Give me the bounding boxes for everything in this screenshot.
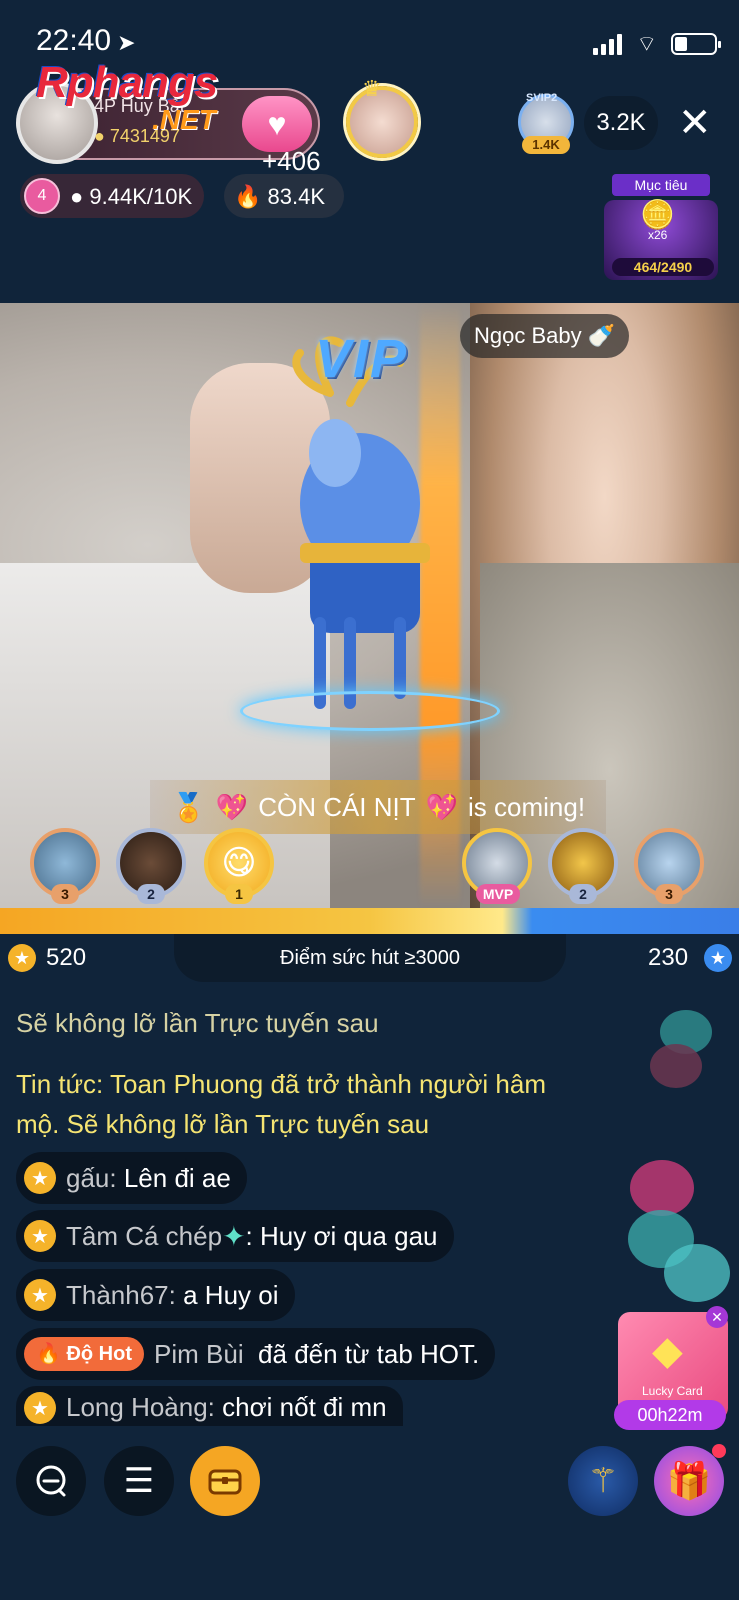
hot-value-text: 83.4K [267, 184, 326, 209]
heart-icon: ♥ [267, 105, 287, 142]
chat-text: Lên đi ae [123, 1162, 231, 1193]
chat-user[interactable]: gấu: [66, 1163, 117, 1194]
target-multiplier: x26 [648, 228, 668, 242]
entrance-user: CÒN CÁI NỊT [258, 791, 416, 822]
chat-text: a Huy oi [183, 1279, 279, 1310]
cellular-signal-icon [593, 33, 623, 55]
hot-badge-label: Độ Hot [66, 1343, 133, 1365]
chat-user[interactable]: Tâm Cá chép [66, 1221, 222, 1252]
status-icons: ⌔ [593, 30, 721, 58]
user-star-icon: ★ [24, 1392, 56, 1424]
chat-news-message: Tin tức: Toan Phuong đã trở thành người … [16, 1069, 546, 1139]
user-star-icon: ★ [24, 1162, 56, 1194]
wifi-icon: ⌔ [636, 31, 657, 56]
chat-message[interactable]: 🔥 Độ Hot Pim Bùi đã đến từ tab HOT. [16, 1328, 496, 1380]
chat-text: đã đến từ tab HOT. [258, 1338, 480, 1369]
top-viewer-badge: 1.4K [522, 136, 570, 154]
chat-message[interactable]: ★ Tâm Cá chép ✦ : Huy ơi qua gau [16, 1210, 454, 1262]
chat-text: chơi nốt đi mn [222, 1392, 387, 1422]
viewer-count[interactable]: 3.2K [584, 96, 658, 150]
chat-message[interactable]: ★ Long Hoàng: chơi nốt đi mn [16, 1386, 403, 1426]
scepter-icon: ⚚ [587, 1462, 619, 1500]
sparkle-heart-icon: 💖 [215, 791, 249, 822]
close-icon[interactable]: ✕ [678, 100, 712, 146]
vip-label: VIP [315, 329, 409, 389]
baby-bottle-icon: 🍼 [587, 323, 616, 348]
floating-heart-icon [630, 1160, 694, 1216]
star-icon: ★ [704, 944, 732, 972]
hot-value: 🔥 83.4K [234, 184, 325, 210]
chat-text: : Huy ơi qua gau [245, 1220, 438, 1251]
treasure-box-button[interactable] [190, 1446, 260, 1516]
diamond-icon: ◆ [652, 1329, 683, 1373]
guest-name-tag[interactable]: Ngọc Baby 🍼 [460, 314, 630, 358]
floating-heart-icon [650, 1044, 702, 1088]
sparkle-heart-icon: 💖 [425, 791, 459, 822]
target-label: Mục tiêu [612, 174, 710, 196]
watermark-logo-suffix: .NET [152, 104, 216, 135]
gift-icon: 🎁 [666, 1460, 712, 1501]
treasure-chest-icon [208, 1469, 242, 1495]
chat-bubble-icon [36, 1465, 66, 1497]
chat-message[interactable]: ★ gấu: Lên đi ae [16, 1152, 247, 1204]
svip-badge: SVIP2 [526, 92, 558, 104]
pk-center-label: Điểm sức hút ≥3000 [174, 934, 566, 982]
right-rank-number: 2 [569, 884, 597, 904]
left-rank-number: 2 [137, 884, 165, 904]
entrance-suffix: is coming! [468, 791, 586, 822]
verified-badge-icon: ✦ [222, 1220, 246, 1252]
chat-message[interactable]: ★ Thành67: a Huy oi [16, 1269, 295, 1321]
lucky-card-label: Lucky Card [642, 1384, 703, 1398]
level-badge: 4 [24, 178, 60, 214]
chat-user[interactable]: Pim Bùi [154, 1339, 244, 1370]
lucky-card-timer: 00h22m [614, 1400, 726, 1430]
left-rank-number: 3 [51, 884, 79, 904]
vip-platform-ring [240, 691, 500, 731]
left-rank-number: 1 [225, 884, 253, 904]
fire-icon: 🔥 [36, 1343, 61, 1365]
status-time-text: 22:40 [36, 24, 112, 57]
level-progress: ● 9.44K/10K [70, 184, 193, 209]
level-progress-value: 9.44K/10K [89, 184, 193, 209]
notification-dot [712, 1444, 726, 1458]
chat-user[interactable]: Thành67: [66, 1280, 176, 1311]
watermark-logo: Rphangs [36, 58, 218, 107]
user-star-icon: ★ [24, 1279, 56, 1311]
battery-icon [671, 33, 721, 55]
fire-icon: 🔥 [234, 184, 262, 209]
chat-system-message: Sẽ không lỡ lần Trực tuyến sau [16, 1008, 379, 1038]
top-fan-avatar[interactable] [346, 86, 418, 158]
chat-button[interactable] [16, 1446, 86, 1516]
entrance-banner: 🏅 💖 CÒN CÁI NỊT 💖 is coming! [150, 780, 606, 834]
close-icon[interactable]: ✕ [706, 1306, 728, 1328]
pk-progress-bar [0, 908, 739, 934]
star-icon: ★ [8, 944, 36, 972]
rank-medal-icon: 🏅 [170, 791, 206, 823]
menu-button[interactable]: ☰ [104, 1446, 174, 1516]
target-progress: 464/2490 [612, 258, 714, 276]
status-time: 22:40 ➤ [36, 24, 136, 58]
guest-name: Ngọc Baby [474, 323, 582, 348]
scepter-button[interactable]: ⚚ [568, 1446, 638, 1516]
gift-button[interactable]: 🎁 [654, 1446, 724, 1516]
right-rank-number: 3 [655, 884, 683, 904]
pk-right-score: 230 [648, 944, 689, 971]
chat-user[interactable]: Long Hoàng: [66, 1392, 215, 1423]
pk-left-score: 520 [46, 944, 87, 971]
floating-heart-icon [664, 1244, 730, 1302]
gold-pile-icon: 🪙 [640, 199, 675, 230]
crown-gain: +406 [262, 146, 321, 176]
location-arrow-icon: ➤ [117, 30, 136, 55]
right-rank-mvp: MVP [476, 884, 520, 904]
hamburger-icon: ☰ [123, 1462, 155, 1500]
hot-badge: 🔥 Độ Hot [24, 1337, 145, 1371]
user-star-icon: ★ [24, 1220, 56, 1252]
follow-heart-button[interactable]: ♥ [242, 96, 312, 152]
crown-icon: ♛ [362, 76, 382, 101]
